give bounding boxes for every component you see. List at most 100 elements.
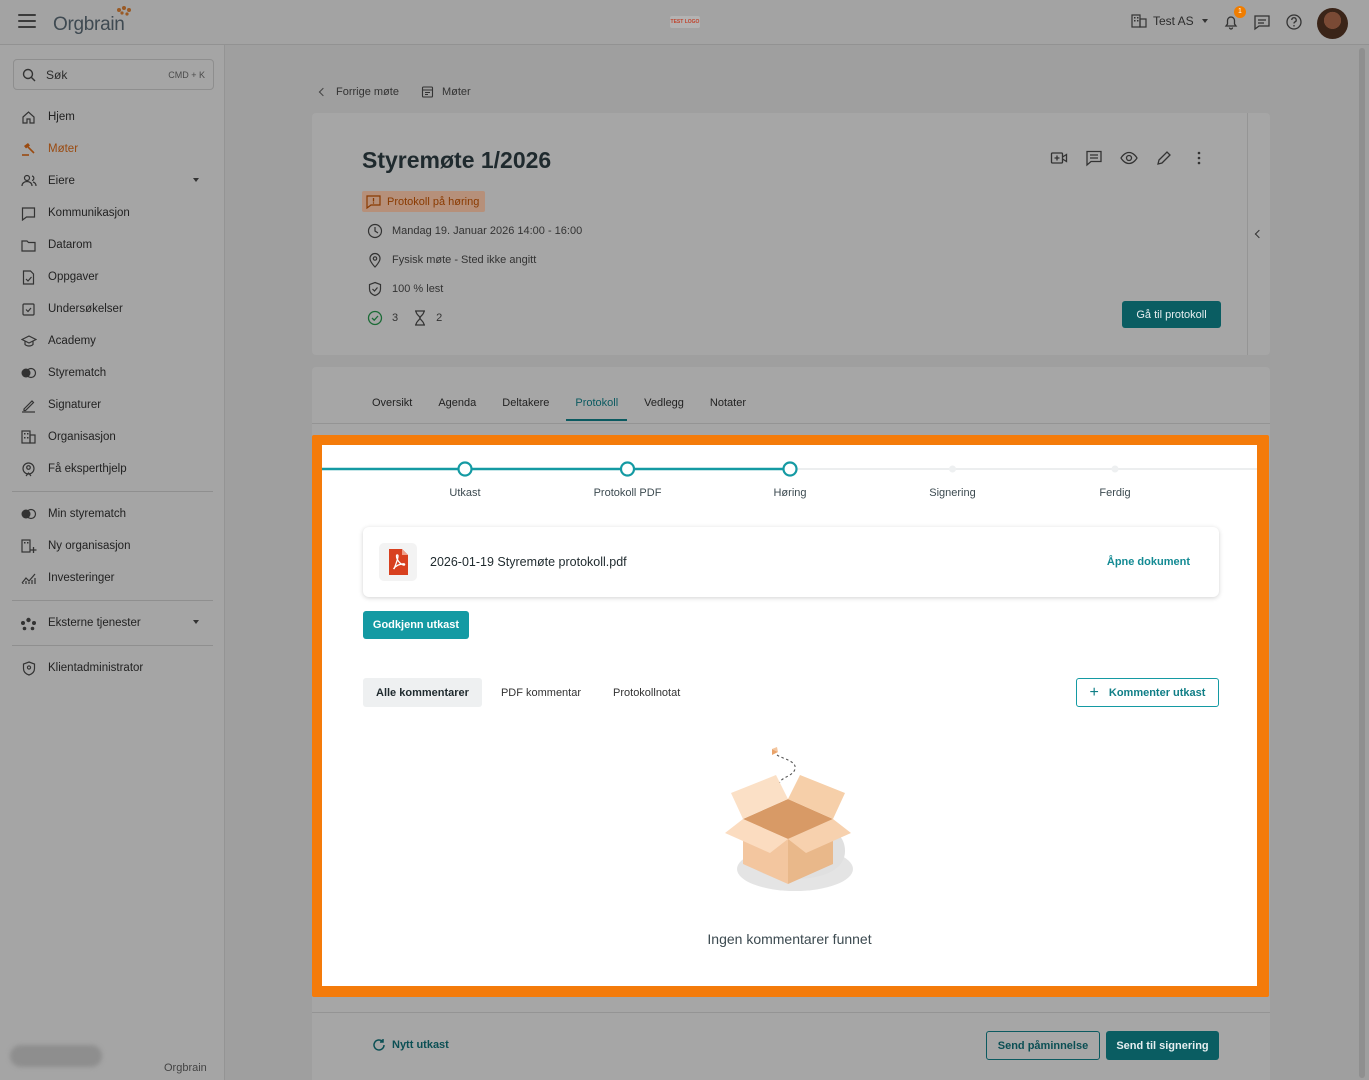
check-circle-icon — [367, 310, 383, 326]
pending-count: 2 — [436, 312, 443, 324]
send-to-signing-button[interactable]: Send til signering — [1106, 1031, 1219, 1060]
search-icon — [22, 68, 36, 81]
people-icon — [20, 174, 37, 187]
sidebar-item-min-styrematch[interactable]: Min styrematch — [0, 498, 225, 530]
chat-icon[interactable] — [1253, 13, 1271, 31]
footer-logo: Orgbrain — [164, 1062, 207, 1074]
comment-tab-all[interactable]: Alle kommentarer — [363, 678, 482, 707]
breadcrumb-meetings[interactable]: Møter — [442, 86, 471, 98]
sidebar-item-oppgaver[interactable]: Oppgaver — [0, 261, 225, 293]
scrollbar[interactable] — [1359, 48, 1365, 1078]
breadcrumb-prev-meeting[interactable]: Forrige møte — [336, 86, 399, 98]
graduation-icon — [20, 334, 37, 347]
sidebar: Søk CMD + K Hjem Møter Eiere Kommunikasj… — [0, 45, 225, 1080]
sidebar-item-ny-organisasjon[interactable]: Ny organisasjon — [0, 530, 225, 562]
expert-icon — [22, 461, 35, 476]
sidebar-item-eiere[interactable]: Eiere — [0, 165, 225, 197]
tab-deltakere[interactable]: Deltakere — [502, 397, 549, 421]
refresh-icon — [373, 1039, 385, 1051]
folder-icon — [21, 239, 36, 252]
sidebar-item-investeringer[interactable]: Investeringer — [0, 562, 225, 594]
comment-draft-button[interactable]: + Kommenter utkast — [1076, 678, 1219, 707]
chevron-left-icon[interactable] — [318, 87, 328, 96]
sidebar-item-datarom[interactable]: Datarom — [0, 229, 225, 261]
meeting-datetime: Mandag 19. Januar 2026 14:00 - 16:00 — [367, 223, 582, 239]
sidebar-item-academy[interactable]: Academy — [0, 325, 225, 357]
sidebar-item-organisasjon[interactable]: Organisasjon — [0, 421, 225, 453]
chevron-down-icon — [193, 620, 199, 624]
empty-state-message: Ingen kommentarer funnet — [707, 931, 872, 947]
sidebar-item-hjem[interactable]: Hjem — [0, 101, 225, 133]
blurred-user-pill[interactable] — [10, 1045, 102, 1067]
status-badge: Protokoll på høring — [362, 191, 486, 212]
new-draft-button[interactable]: Nytt utkast — [372, 1038, 449, 1052]
tab-divider — [312, 423, 1270, 424]
breadcrumb: Forrige møte Møter — [318, 85, 471, 98]
stepper-step-label: Utkast — [449, 487, 481, 499]
sidebar-divider — [12, 600, 213, 601]
signature-icon — [22, 399, 35, 413]
pencil-icon[interactable] — [1155, 149, 1173, 167]
stepper-node-2 — [782, 461, 798, 477]
survey-icon — [22, 302, 35, 316]
comment-icon[interactable] — [1085, 149, 1103, 167]
eye-icon[interactable] — [1120, 149, 1138, 167]
stepper-step-label: Ferdig — [1099, 487, 1131, 499]
chevron-down-icon — [193, 178, 199, 182]
comment-tab-protocol-note[interactable]: Protokollnotat — [600, 678, 693, 707]
tab-oversikt[interactable]: Oversikt — [372, 397, 412, 421]
sidebar-item-eksterne-tjenester[interactable]: Eksterne tjenester — [0, 607, 225, 639]
more-vertical-icon[interactable] — [1190, 149, 1208, 167]
tab-vedlegg[interactable]: Vedlegg — [644, 397, 684, 421]
video-add-icon[interactable] — [1050, 149, 1068, 167]
help-icon[interactable] — [1285, 13, 1303, 31]
approved-count: 3 — [392, 312, 399, 324]
orgbrain-logo[interactable]: Orgbrain — [53, 6, 131, 36]
avatar[interactable] — [1317, 8, 1348, 39]
menu-icon[interactable] — [18, 14, 36, 28]
comment-tabs: Alle kommentarer PDF kommentar Protokoll… — [363, 678, 693, 707]
match-icon — [21, 367, 37, 379]
tab-protokoll[interactable]: Protokoll — [566, 397, 627, 421]
sidebar-item-kommunikasjon[interactable]: Kommunikasjon — [0, 197, 225, 229]
calendar-icon — [421, 86, 434, 98]
sidebar-item-eksperthjelp[interactable]: Få eksperthjelp — [0, 453, 225, 485]
highlight-frame: Utkast Protokoll PDF Høring Signering Ferdig… — [312, 435, 1269, 997]
goto-protocol-button[interactable]: Gå til protokoll — [1122, 301, 1221, 328]
test-logo: TEST LOGO — [670, 16, 700, 28]
meeting-location: Fysisk møte - Sted ikke angitt — [367, 252, 536, 268]
stepper-step-label: Signering — [929, 487, 976, 499]
building-icon — [1131, 14, 1147, 28]
search-shortcut: CMD + K — [168, 69, 205, 80]
stepper-step-label: Protokoll PDF — [593, 487, 662, 499]
sidebar-item-signaturer[interactable]: Signaturer — [0, 389, 225, 421]
sidebar-item-moter[interactable]: Møter — [0, 133, 225, 165]
open-document-link[interactable]: Åpne dokument — [1107, 556, 1190, 568]
sidebar-item-klientadministrator[interactable]: Klientadministrator — [0, 652, 225, 684]
document-filename: 2026-01-19 Styremøte protokoll.pdf — [430, 555, 627, 569]
document-card: 2026-01-19 Styremøte protokoll.pdf Åpne … — [363, 527, 1219, 597]
shield-check-icon — [368, 281, 382, 297]
sidebar-item-undersokelser[interactable]: Undersøkelser — [0, 293, 225, 325]
panel-divider — [1247, 113, 1248, 355]
add-building-icon — [20, 538, 36, 553]
stepper-node-3 — [949, 465, 956, 473]
chevron-left-icon[interactable] — [1254, 229, 1264, 239]
protocol-panel: Utkast Protokoll PDF Høring Signering Ferdig… — [322, 445, 1257, 986]
stepper-node-1 — [619, 461, 636, 477]
org-switcher[interactable]: Test AS — [1131, 14, 1208, 28]
stepper-node-4 — [1111, 465, 1119, 473]
protocol-review-icon — [366, 194, 381, 209]
comment-tab-pdf[interactable]: PDF kommentar — [488, 678, 594, 707]
tab-agenda[interactable]: Agenda — [438, 397, 476, 421]
tab-notater[interactable]: Notater — [710, 397, 746, 421]
meeting-approvals: 3 2 — [367, 310, 442, 326]
approve-draft-button[interactable]: Godkjenn utkast — [363, 611, 469, 639]
stepper-step-label: Høring — [773, 487, 807, 499]
sidebar-item-styrematch[interactable]: Styrematch — [0, 357, 225, 389]
home-icon — [22, 110, 35, 124]
empty-box-illustration — [725, 747, 853, 891]
logo-mark-icon — [117, 6, 131, 16]
search-input[interactable]: Søk CMD + K — [13, 59, 214, 90]
send-reminder-button[interactable]: Send påminnelse — [986, 1031, 1100, 1060]
